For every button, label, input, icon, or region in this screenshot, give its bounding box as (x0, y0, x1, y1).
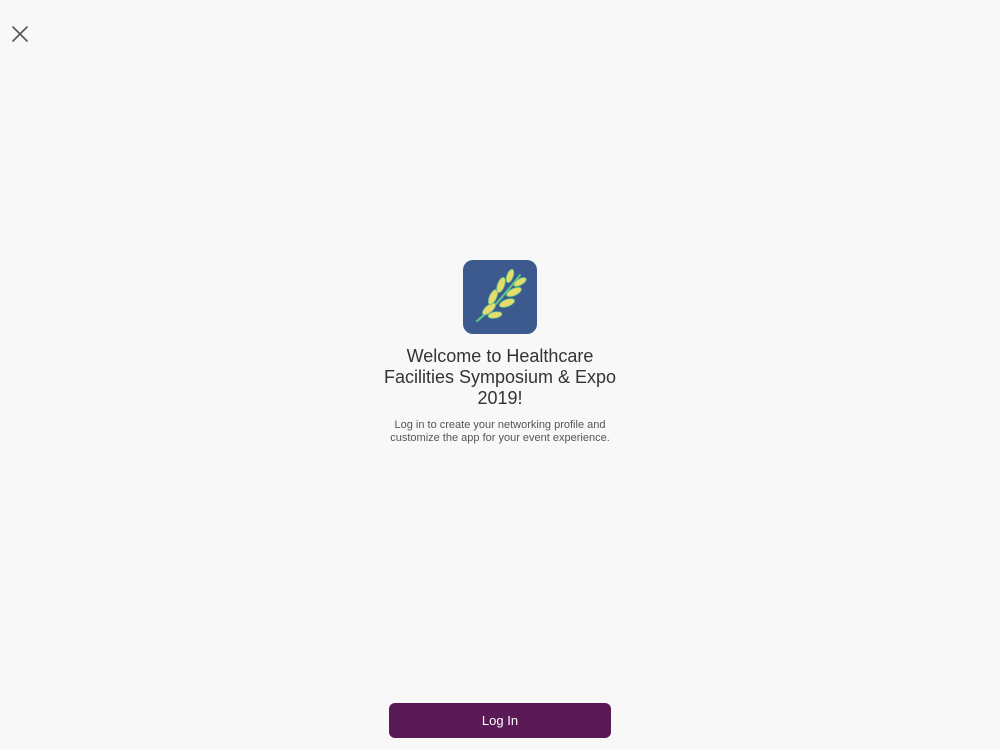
welcome-panel: Welcome to Healthcare Facilities Symposi… (0, 260, 1000, 444)
welcome-title: Welcome to Healthcare Facilities Symposi… (383, 346, 617, 408)
welcome-subtitle: Log in to create your networking profile… (390, 419, 610, 444)
leaf-branch-icon (475, 268, 527, 323)
app-logo (463, 260, 537, 334)
close-icon (12, 26, 28, 42)
close-button[interactable] (8, 22, 32, 46)
login-button[interactable]: Log In (389, 703, 611, 738)
